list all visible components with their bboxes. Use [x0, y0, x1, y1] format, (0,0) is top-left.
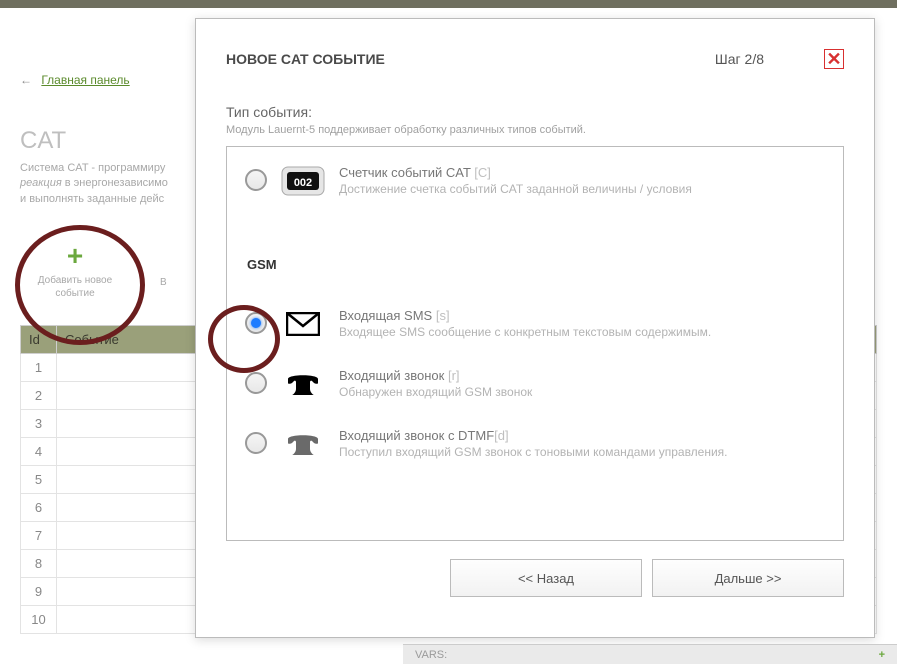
status-bar: VARS: + — [403, 644, 897, 664]
desc-line1: Система CAT - программиру — [20, 162, 165, 174]
counter-icon: 002 — [281, 165, 325, 197]
add-event-label: Добавить новое событие — [20, 274, 130, 300]
desc-em: реакция — [20, 177, 62, 189]
desc-line2: в энергонезависимо — [62, 177, 168, 189]
option-dtmf-desc: Поступил входящий GSM звонок с тоновыми … — [339, 445, 728, 459]
modal-step: Шаг 2/8 — [715, 51, 764, 67]
add-var-icon[interactable]: + — [879, 649, 885, 661]
envelope-icon — [281, 308, 325, 340]
col-id: Id — [21, 326, 57, 354]
event-type-title: Тип события: — [226, 104, 844, 120]
option-sms-desc: Входящее SMS сообщение с конкретным текс… — [339, 325, 711, 339]
radio-counter[interactable] — [245, 169, 267, 191]
top-bar — [0, 0, 897, 8]
option-counter-sk: [C] — [474, 165, 491, 180]
group-gsm-header: GSM — [247, 257, 831, 272]
next-button[interactable]: Дальше >> — [652, 559, 844, 597]
option-sms-sk: [s] — [436, 308, 450, 323]
side-label: В — [160, 277, 167, 288]
option-call-desc: Обнаружен входящий GSM звонок — [339, 385, 532, 399]
close-icon[interactable]: ✕ — [824, 49, 844, 69]
back-button[interactable]: << Назад — [450, 559, 642, 597]
desc-line3: и выполнять заданные дейс — [20, 193, 164, 205]
option-counter[interactable]: 002 Счетчик событий CAT [C] Достижение с… — [239, 155, 831, 207]
option-sms-title: Входящая SMS — [339, 308, 432, 323]
add-event-button[interactable]: + Добавить новое событие — [20, 242, 130, 300]
breadcrumb-home-link[interactable]: Главная панель — [41, 73, 129, 87]
plus-icon: + — [20, 242, 130, 270]
svg-text:002: 002 — [294, 177, 312, 189]
new-event-modal: НОВОЕ CAT СОБЫТИЕ Шаг 2/8 ✕ Тип события:… — [195, 18, 875, 638]
radio-call[interactable] — [245, 372, 267, 394]
modal-title: НОВОЕ CAT СОБЫТИЕ — [226, 51, 385, 67]
back-arrow-icon: ← — [20, 73, 32, 87]
option-dtmf[interactable]: Входящий звонок с DTMF[d] Поступил входя… — [239, 422, 831, 482]
option-counter-desc: Достижение счетка событий CAT заданной в… — [339, 182, 692, 196]
event-type-sub: Модуль Lauernt-5 поддерживает обработку … — [226, 124, 844, 136]
phone-dtmf-icon — [281, 428, 325, 460]
phone-icon — [281, 368, 325, 400]
option-sms[interactable]: Входящая SMS [s] Входящее SMS сообщение … — [239, 302, 831, 362]
vars-label: VARS: — [415, 649, 447, 661]
radio-sms[interactable] — [245, 312, 267, 334]
radio-dtmf[interactable] — [245, 432, 267, 454]
option-call[interactable]: Входящий звонок [r] Обнаружен входящий G… — [239, 362, 831, 422]
option-dtmf-sk: [d] — [494, 428, 508, 443]
event-type-listbox[interactable]: 002 Счетчик событий CAT [C] Достижение с… — [226, 146, 844, 541]
option-call-sk: [r] — [448, 368, 460, 383]
option-dtmf-title: Входящий звонок с DTMF — [339, 428, 494, 443]
option-call-title: Входящий звонок — [339, 368, 444, 383]
option-counter-title: Счетчик событий CAT — [339, 165, 471, 180]
